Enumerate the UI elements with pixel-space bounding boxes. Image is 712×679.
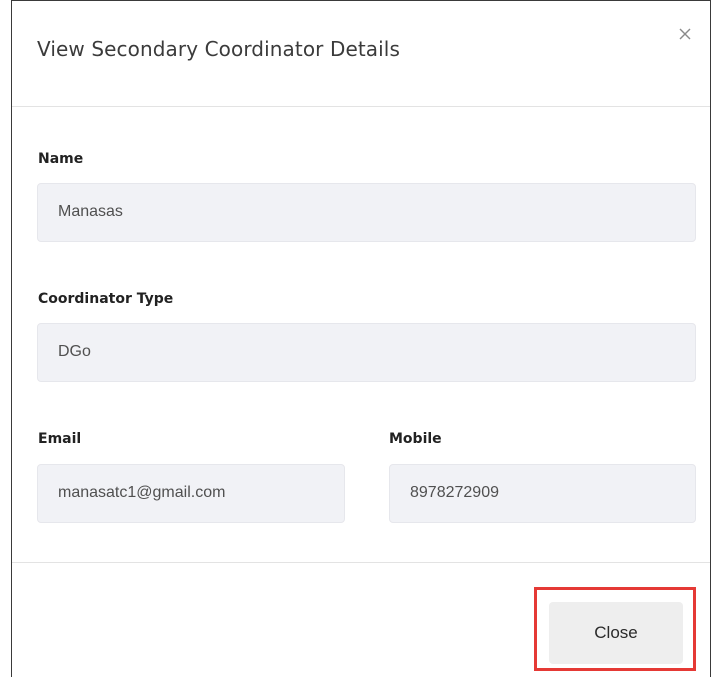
email-value: manasatc1@gmail.com — [58, 484, 226, 501]
name-label: Name — [38, 151, 84, 167]
email-field: manasatc1@gmail.com — [37, 464, 345, 523]
coordinator-type-value: DGo — [58, 343, 91, 360]
mobile-field: 8978272909 — [389, 464, 696, 523]
coordinator-details-modal: View Secondary Coordinator Details Name … — [11, 0, 711, 677]
mobile-value: 8978272909 — [410, 484, 499, 501]
coordinator-type-label: Coordinator Type — [38, 291, 174, 307]
modal-title: View Secondary Coordinator Details — [37, 37, 400, 61]
close-button[interactable]: Close — [549, 602, 683, 664]
name-field: Manasas — [37, 183, 696, 242]
modal-footer: Close — [12, 562, 710, 679]
modal-header: View Secondary Coordinator Details — [12, 1, 710, 107]
close-icon[interactable] — [677, 26, 693, 42]
coordinator-type-field: DGo — [37, 323, 696, 382]
email-label: Email — [38, 431, 82, 447]
name-value: Manasas — [58, 203, 123, 220]
mobile-label: Mobile — [389, 431, 442, 447]
